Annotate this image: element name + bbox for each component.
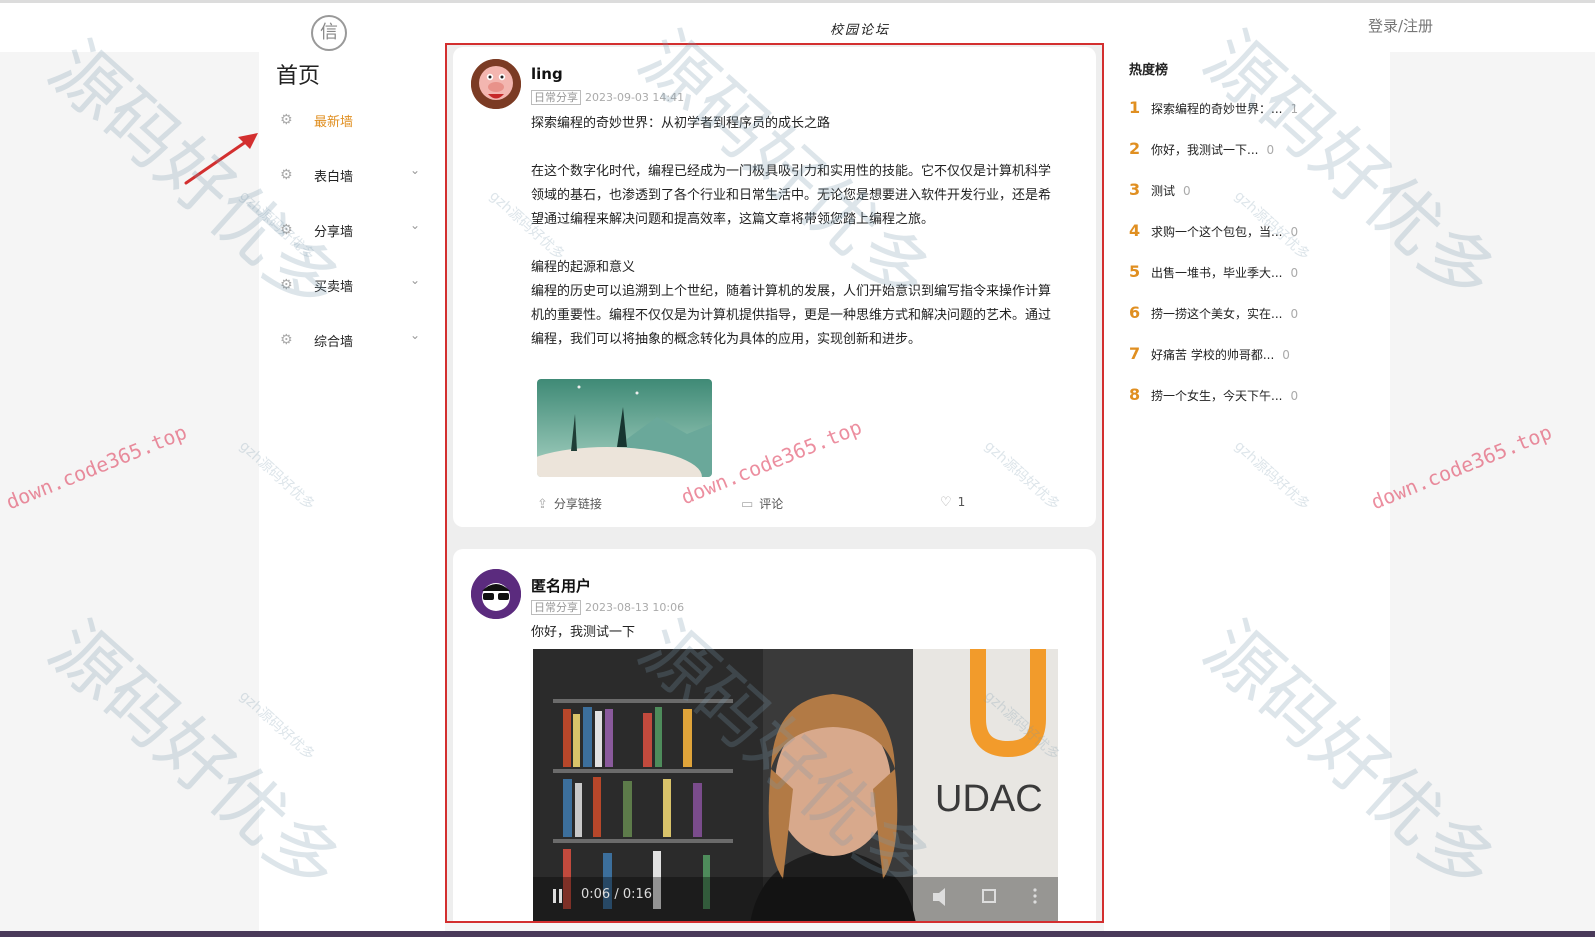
hot-count: 1 bbox=[1290, 102, 1299, 116]
chevron-down-icon[interactable]: ⌄ bbox=[410, 273, 420, 287]
comment-button[interactable]: ▭ 评论 bbox=[741, 495, 783, 512]
post-tag[interactable]: 日常分享 bbox=[531, 90, 581, 105]
hot-list-item[interactable]: 4 求购一个这个包包，当... 0 bbox=[1129, 215, 1369, 255]
login-register-link[interactable]: 登录/注册 bbox=[1368, 15, 1433, 36]
hot-count: 0 bbox=[1290, 266, 1299, 280]
hot-item-text: 好痛苦 学校的帅哥都... 0 bbox=[1151, 348, 1290, 362]
page-title: 首页 bbox=[276, 64, 321, 89]
gear-icon: ⚙ bbox=[280, 222, 293, 238]
post-body: 探索编程的奇妙世界：从初学者到程序员的成长之路 在这个数字化时代，编程已经成为一… bbox=[531, 112, 1059, 352]
hot-item-text: 捞一个女生，今天下午... 0 bbox=[1151, 389, 1299, 403]
hot-list-item[interactable]: 3 测试 0 bbox=[1129, 174, 1369, 214]
hot-list-item[interactable]: 8 捞一个女生，今天下午... 0 bbox=[1129, 379, 1369, 419]
hot-item-text: 捞一捞这个美女，实在... 0 bbox=[1151, 307, 1299, 321]
sidebar-item-share[interactable]: ⚙ 分享墙 ⌄ bbox=[276, 215, 426, 245]
hot-item-text: 求购一个这个包包，当... 0 bbox=[1151, 225, 1299, 239]
hot-item-text: 出售一堆书，毕业季大... 0 bbox=[1151, 266, 1299, 280]
heart-icon: ♡ bbox=[940, 495, 952, 510]
hot-list-item[interactable]: 7 好痛苦 学校的帅哥都... 0 bbox=[1129, 338, 1369, 378]
sidebar-item-latest[interactable]: ⚙ 最新墙 bbox=[276, 105, 426, 135]
gear-icon: ⚙ bbox=[280, 277, 293, 293]
post-author[interactable]: 匿名用户 bbox=[531, 575, 591, 596]
like-count: 1 bbox=[957, 495, 966, 509]
hot-item-text: 测试 0 bbox=[1151, 184, 1191, 198]
post-card: 匿名用户 日常分享 2023-08-13 10:06 你好，我测试一下 UDAC… bbox=[453, 549, 1096, 921]
hot-count: 0 bbox=[1183, 184, 1191, 198]
hot-count: 0 bbox=[1290, 307, 1299, 321]
hot-rank: 4 bbox=[1129, 221, 1141, 240]
share-link-button[interactable]: ⇪ 分享链接 bbox=[537, 495, 602, 512]
hot-rank: 1 bbox=[1129, 98, 1141, 117]
video-time: 0:06 / 0:16 bbox=[581, 887, 653, 902]
watermark-url: down.code365.top bbox=[1367, 419, 1556, 515]
hot-count: 0 bbox=[1266, 143, 1275, 157]
post-feed: ling 日常分享 2023-09-03 14:41 探索编程的奇妙世界：从初学者… bbox=[445, 43, 1104, 923]
chevron-down-icon[interactable]: ⌄ bbox=[410, 218, 420, 232]
hot-rank: 8 bbox=[1129, 385, 1141, 404]
post-paragraph: 编程的起源和意义 bbox=[531, 260, 636, 275]
hot-rank: 6 bbox=[1129, 303, 1141, 322]
post-paragraph: 在这个数字化时代，编程已经成为一门极具吸引力和实用性的技能。它不仅仅是计算机科学… bbox=[531, 164, 1052, 227]
hot-count: 0 bbox=[1290, 225, 1299, 239]
share-label: 分享链接 bbox=[553, 497, 602, 511]
like-button[interactable]: ♡ 1 bbox=[940, 495, 965, 510]
site-title: 校园论坛 bbox=[829, 23, 890, 38]
annotation-arrow-icon bbox=[184, 133, 258, 185]
sidebar-item-label: 最新墙 bbox=[314, 115, 354, 130]
post-meta: 日常分享 2023-09-03 14:41 bbox=[531, 89, 684, 105]
hot-list-item[interactable]: 6 捞一捞这个美女，实在... 0 bbox=[1129, 297, 1369, 337]
sidebar-item-general[interactable]: ⚙ 综合墙 ⌄ bbox=[276, 325, 426, 355]
avatar[interactable] bbox=[471, 59, 521, 109]
share-icon: ⇪ bbox=[537, 497, 548, 512]
hot-list-item[interactable]: 1 探索编程的奇妙世界：... 1 bbox=[1129, 92, 1369, 132]
post-card: ling 日常分享 2023-09-03 14:41 探索编程的奇妙世界：从初学者… bbox=[453, 47, 1096, 527]
chevron-down-icon[interactable]: ⌄ bbox=[410, 328, 420, 342]
post-author[interactable]: ling bbox=[531, 65, 563, 83]
hot-item-text: 你好，我测试一下... 0 bbox=[1151, 143, 1275, 157]
hot-count: 0 bbox=[1290, 389, 1299, 403]
hot-list-title: 热度榜 bbox=[1129, 63, 1169, 78]
chevron-down-icon[interactable]: ⌄ bbox=[410, 163, 420, 177]
hot-rank: 2 bbox=[1129, 139, 1141, 158]
video-player[interactable]: UDAC 0:06 / 0:16 bbox=[533, 649, 1058, 921]
post-tag[interactable]: 日常分享 bbox=[531, 600, 581, 615]
sidebar-item-label: 分享墙 bbox=[314, 225, 354, 240]
comment-icon: ▭ bbox=[741, 497, 754, 512]
sidebar-item-confession[interactable]: ⚙ 表白墙 ⌄ bbox=[276, 160, 426, 190]
hot-rank: 7 bbox=[1129, 344, 1141, 363]
comment-label: 评论 bbox=[759, 497, 784, 511]
gear-icon: ⚙ bbox=[280, 112, 293, 128]
video-brand: UDAC bbox=[935, 778, 1043, 820]
bottom-bar bbox=[0, 931, 1595, 937]
hot-count: 0 bbox=[1282, 348, 1290, 362]
post-body: 你好，我测试一下 bbox=[531, 625, 636, 640]
gear-icon: ⚙ bbox=[280, 332, 293, 348]
sidebar-item-label: 表白墙 bbox=[314, 170, 354, 185]
post-time: 2023-09-03 14:41 bbox=[585, 91, 685, 104]
avatar[interactable] bbox=[471, 569, 521, 619]
hot-list-item[interactable]: 5 出售一堆书，毕业季大... 0 bbox=[1129, 256, 1369, 296]
post-time: 2023-08-13 10:06 bbox=[585, 601, 685, 614]
sidebar-item-trade[interactable]: ⚙ 买卖墙 ⌄ bbox=[276, 270, 426, 300]
watermark-url: down.code365.top bbox=[2, 419, 191, 515]
gear-icon: ⚙ bbox=[280, 167, 293, 183]
sidebar-item-label: 综合墙 bbox=[314, 335, 354, 350]
post-image[interactable] bbox=[537, 379, 712, 477]
post-paragraph: 探索编程的奇妙世界：从初学者到程序员的成长之路 bbox=[531, 116, 831, 131]
hot-list-item[interactable]: 2 你好，我测试一下... 0 bbox=[1129, 133, 1369, 173]
logo-icon[interactable]: 信 bbox=[311, 15, 347, 51]
post-meta: 日常分享 2023-08-13 10:06 bbox=[531, 599, 684, 615]
post-paragraph: 编程的历史可以追溯到上个世纪，随着计算机的发展，人们开始意识到编写指令来操作计算… bbox=[531, 284, 1052, 347]
hot-item-text: 探索编程的奇妙世界：... 1 bbox=[1151, 102, 1299, 116]
sidebar-item-label: 买卖墙 bbox=[314, 280, 354, 295]
hot-rank: 5 bbox=[1129, 262, 1141, 281]
hot-rank: 3 bbox=[1129, 180, 1141, 199]
